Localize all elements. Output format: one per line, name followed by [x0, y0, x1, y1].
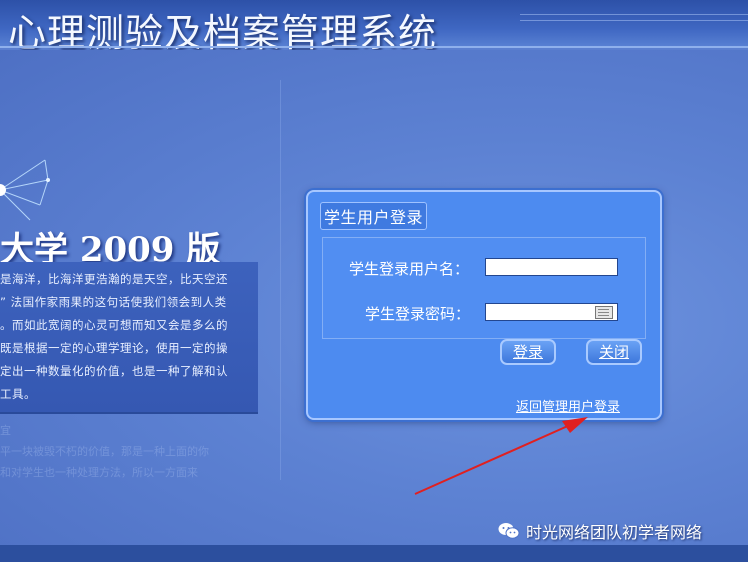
intro-box: 是海洋，比海洋更浩瀚的是天空，比天空还 ” 法国作家雨果的这句话使我们领会到人类… — [0, 262, 258, 414]
student-login-panel: 学生用户登录 学生登录用户名： 学生登录密码： 登录 关闭 返回管理用户登录 — [306, 190, 662, 420]
intro-text: 既是根据一定的心理学理论，使用一定的操 — [0, 341, 228, 355]
return-admin-login-link[interactable]: 返回管理用户登录 — [516, 396, 620, 415]
faded-text-line: 和对学生也一种处理方法，所以一方面来 — [0, 466, 198, 479]
intro-text: ” 法国作家雨果的这句话使我们领会到人类 — [0, 295, 227, 309]
intro-text: 是海洋，比海洋更浩瀚的是天空，比天空还 — [0, 272, 228, 286]
keyboard-icon[interactable] — [595, 306, 613, 319]
footer-bar — [0, 545, 748, 562]
close-button[interactable]: 关闭 — [586, 339, 642, 365]
login-panel-title: 学生用户登录 — [320, 202, 428, 230]
watermark-text: 时光网络团队初学者网络 — [526, 523, 703, 542]
faded-text-line: 宜 — [0, 424, 11, 437]
faded-background-text: 宜 平一块被毁不朽的价值，那是一种上面的你 和对学生也一种处理方法，所以一方面来 — [0, 420, 258, 483]
faded-text-line: 平一块被毁不朽的价值，那是一种上面的你 — [0, 445, 209, 458]
login-button[interactable]: 登录 — [500, 339, 556, 365]
app-title: 心理测验及档案管理系统 — [8, 11, 438, 55]
watermark: 时光网络团队初学者网络 — [498, 519, 702, 543]
header-decoration-line — [520, 20, 748, 21]
app-header: 心理测验及档案管理系统 — [0, 0, 748, 55]
intro-text: 。而如此宽阔的心灵可想而知又会是多么的 — [0, 318, 228, 332]
wechat-icon — [498, 523, 520, 539]
password-label: 学生登录密码： — [365, 305, 471, 323]
username-input[interactable] — [485, 258, 618, 276]
password-input[interactable] — [485, 303, 618, 321]
header-decoration-line — [520, 14, 748, 15]
intro-text: 工具。 — [0, 387, 36, 401]
divider — [280, 80, 281, 480]
username-label: 学生登录用户名： — [349, 260, 470, 278]
login-form: 学生登录用户名： 学生登录密码： — [322, 237, 646, 339]
network-globe-icon — [0, 159, 50, 221]
intro-text: 定出一种数量化的价值，也是一种了解和认 — [0, 364, 228, 378]
